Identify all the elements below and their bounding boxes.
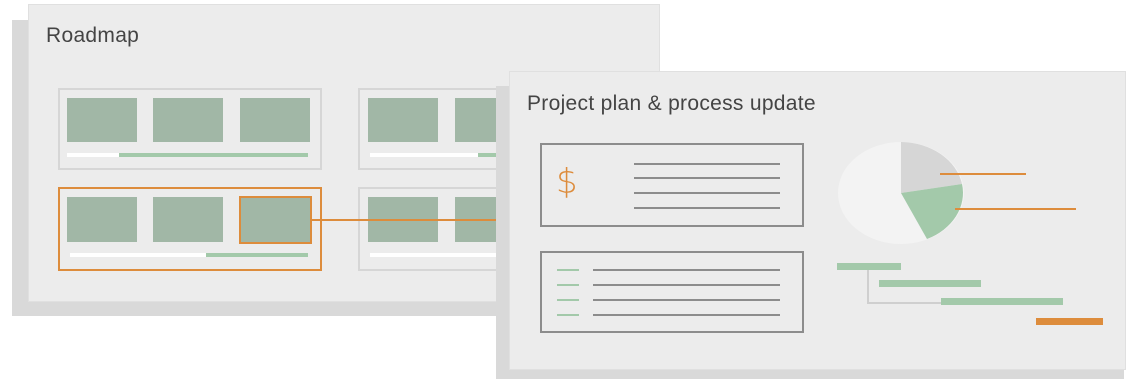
gantt-bar (941, 298, 1063, 305)
roadmap-tile[interactable] (240, 98, 310, 142)
dollar-icon: $ (556, 162, 578, 202)
text-line (634, 177, 780, 179)
list-bullet (557, 299, 579, 301)
gantt-connector (867, 302, 941, 304)
roadmap-tile-selected[interactable] (239, 196, 312, 244)
pie-chart-icon (838, 142, 964, 244)
list-bullet (557, 314, 579, 316)
gantt-bar (837, 263, 901, 270)
gantt-bar-milestone (1036, 318, 1103, 325)
pie-callout-line (940, 173, 1026, 175)
text-line (593, 284, 780, 286)
roadmap-tile[interactable] (67, 98, 137, 142)
progress-track (370, 153, 478, 157)
progress-track (70, 253, 206, 257)
progress-bar (119, 153, 308, 157)
roadmap-tile[interactable] (153, 98, 223, 142)
progress-track (370, 253, 510, 257)
progress-track (67, 153, 119, 157)
progress-bar (206, 253, 308, 257)
text-line (593, 314, 780, 316)
pie-callout-line (955, 208, 1076, 210)
project-title: Project plan & process update (527, 92, 816, 115)
list-bullet (557, 269, 579, 271)
roadmap-tile[interactable] (67, 197, 137, 242)
connector-line (312, 219, 512, 221)
roadmap-title: Roadmap (46, 24, 140, 47)
text-line (634, 192, 780, 194)
text-line (634, 163, 780, 165)
gantt-bar (879, 280, 981, 287)
list-bullet (557, 284, 579, 286)
text-line (593, 299, 780, 301)
list-document[interactable] (540, 251, 804, 333)
gantt-connector (867, 270, 869, 304)
text-line (634, 207, 780, 209)
budget-document[interactable] (540, 143, 804, 227)
roadmap-tile[interactable] (368, 98, 438, 142)
text-line (593, 269, 780, 271)
roadmap-tile[interactable] (153, 197, 223, 242)
